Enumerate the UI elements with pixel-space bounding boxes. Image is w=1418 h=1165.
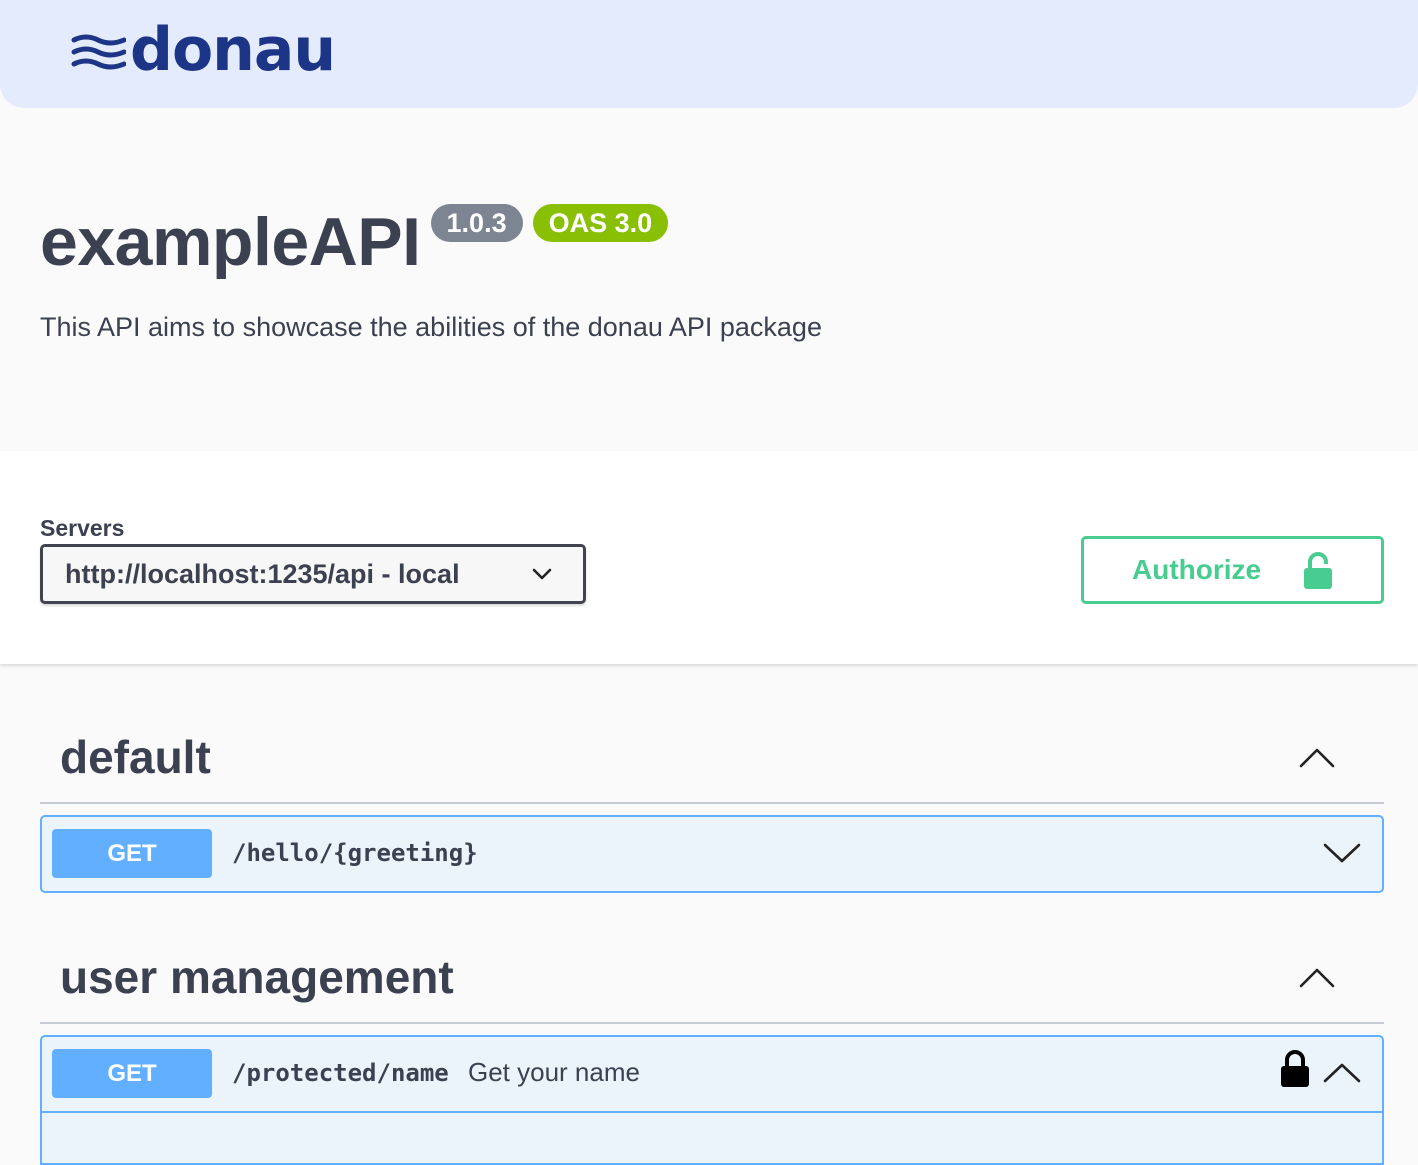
chevron-up-icon[interactable] [1298, 966, 1336, 990]
tag-title: default [60, 731, 211, 783]
wave-lines-icon [71, 34, 126, 70]
tag-section-user-management: user management [40, 934, 1384, 1024]
tag-title: user management [60, 951, 454, 1003]
operation-path: /protected/name [232, 1059, 449, 1087]
tag-header-user-management[interactable]: user management [40, 934, 1384, 1024]
method-badge: GET [52, 1049, 212, 1098]
method-badge: GET [52, 829, 212, 878]
chevron-down-icon[interactable] [1322, 839, 1362, 867]
chevron-up-icon[interactable] [1298, 746, 1336, 770]
version-badge: 1.0.3 [430, 204, 523, 242]
logo[interactable]: donau [70, 15, 336, 86]
unlocked-padlock-icon [1304, 552, 1332, 589]
server-select[interactable]: http://localhost:1235/api - local [40, 544, 586, 604]
operation-path: /hello/{greeting} [232, 839, 478, 867]
scheme-container: Servers http://localhost:1235/api - loca… [0, 451, 1418, 664]
api-description: This API aims to showcase the abilities … [40, 312, 822, 342]
logo-text: donau [130, 15, 336, 85]
tag-section-default: default [40, 714, 1384, 804]
operation-divider [42, 1111, 1382, 1113]
authorize-button[interactable]: Authorize [1081, 536, 1384, 604]
authorize-label: Authorize [1132, 554, 1262, 585]
server-select-value: http://localhost:1235/api - local [65, 558, 460, 589]
api-info: exampleAPI 1.0.3 OAS 3.0 This API aims t… [40, 200, 1380, 343]
tag-header-default[interactable]: default [40, 714, 1384, 804]
operation-summary: Get your name [468, 1057, 640, 1087]
topbar: donau [0, 0, 1418, 108]
title-row: exampleAPI 1.0.3 OAS 3.0 [40, 200, 1380, 284]
locked-padlock-icon[interactable] [1280, 1050, 1310, 1088]
operation-get-hello-greeting[interactable]: GET /hello/{greeting} [40, 815, 1384, 893]
oas-badge: OAS 3.0 [532, 204, 669, 242]
servers-label: Servers [40, 515, 125, 541]
chevron-down-icon [532, 568, 552, 580]
chevron-up-icon[interactable] [1322, 1059, 1362, 1087]
page-title: exampleAPI [40, 204, 421, 280]
